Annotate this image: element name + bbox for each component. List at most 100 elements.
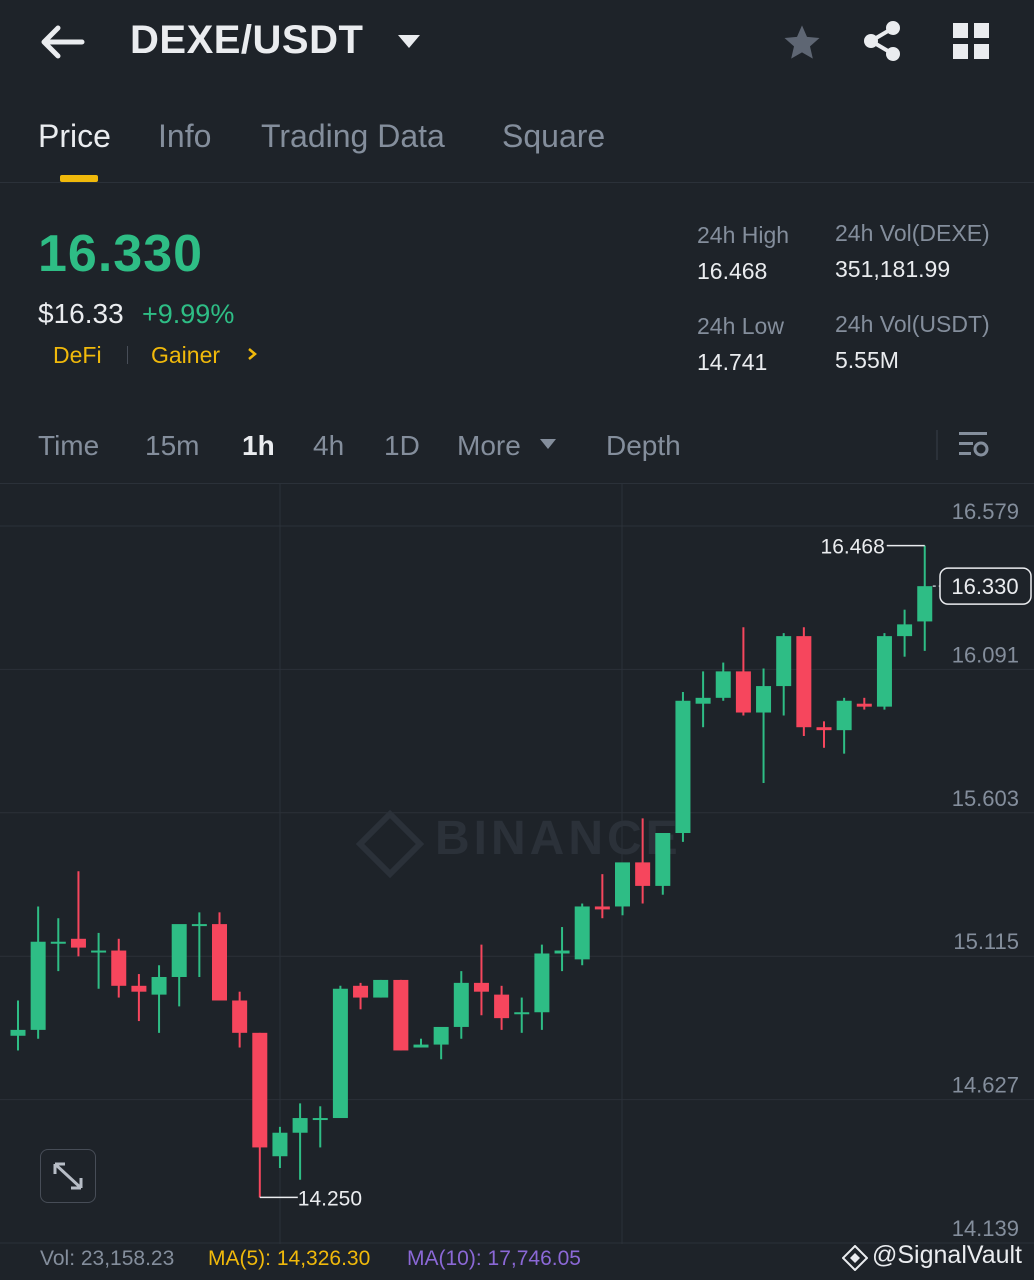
ma10-readout: MA(10): 17,746.05 — [407, 1247, 581, 1270]
tab-price[interactable]: Price — [38, 118, 111, 155]
expand-icon — [53, 1162, 83, 1190]
vol-base-value: 351,181.99 — [835, 256, 951, 282]
candle-body — [111, 950, 127, 986]
candle-body — [232, 1000, 248, 1033]
candle-body — [796, 636, 812, 728]
candle-body — [735, 671, 751, 713]
candle-body — [695, 697, 711, 704]
candle-body — [897, 624, 913, 637]
candle-body — [574, 906, 590, 960]
candle-body — [917, 586, 933, 622]
y-tick-label: 14.627 — [952, 1073, 1019, 1098]
tabs-divider — [0, 182, 1034, 183]
candle-body — [756, 686, 772, 713]
candle-body — [433, 1026, 449, 1045]
price-change-percent: +9.99% — [142, 299, 235, 329]
candle-body — [373, 979, 389, 998]
volume-readout: Vol: 23,158.23 — [40, 1247, 175, 1270]
high-value: 16.468 — [697, 258, 768, 284]
chart-settings-icon[interactable] — [957, 430, 991, 460]
candle-body — [413, 1044, 429, 1048]
active-tab-indicator — [60, 175, 98, 182]
max-price-label: 16.468 — [821, 536, 885, 559]
candle-body — [393, 979, 409, 1051]
tab-info[interactable]: Info — [158, 118, 211, 155]
candle-body — [776, 636, 792, 687]
timeframe-1h[interactable]: 1h — [242, 430, 275, 462]
min-price-label: 14.250 — [298, 1187, 362, 1210]
y-tick-label: 16.091 — [952, 642, 1019, 667]
candle-body — [453, 982, 469, 1027]
tag-defi[interactable]: DeFi — [53, 342, 102, 369]
candle-body — [635, 862, 651, 886]
candle-body — [353, 985, 369, 998]
candle-body — [70, 938, 86, 948]
candle-body — [494, 994, 510, 1019]
binance-logo-icon — [355, 809, 425, 879]
low-value: 14.741 — [697, 349, 768, 375]
y-tick-label: 15.603 — [952, 786, 1019, 811]
candle-body — [312, 1118, 328, 1121]
candle-body — [715, 671, 731, 698]
candle-body — [473, 982, 489, 992]
ma5-readout: MA(5): 14,326.30 — [208, 1247, 371, 1270]
grid-icon[interactable] — [953, 23, 989, 59]
candle-body — [332, 988, 348, 1119]
current-price-label: 16.330 — [951, 574, 1018, 599]
candle-body — [91, 950, 107, 953]
timeframe-time[interactable]: Time — [38, 430, 99, 462]
toolbar-separator — [936, 430, 938, 460]
share-icon[interactable] — [862, 20, 904, 62]
more-caret-icon — [540, 439, 556, 449]
timeframe-15m[interactable]: 15m — [145, 430, 199, 462]
tab-trading-data[interactable]: Trading Data — [261, 118, 445, 155]
candle-body — [816, 727, 832, 731]
y-tick-label: 14.139 — [952, 1216, 1019, 1241]
candle-body — [655, 833, 671, 886]
candle-body — [30, 941, 46, 1030]
candle-body — [615, 862, 630, 907]
timeframe-4h[interactable]: 4h — [313, 430, 344, 462]
timeframe-more[interactable]: More — [457, 430, 521, 462]
vol-base-label: 24h Vol(DEXE) — [835, 220, 990, 246]
credit-label: @SignalVault — [872, 1241, 1022, 1269]
expand-button[interactable] — [40, 1149, 96, 1203]
candlestick-chart[interactable]: 16.579 16.091 15.603 15.115 14.627 14.139 BINA… — [0, 484, 1034, 1244]
candle-body — [554, 950, 570, 954]
tab-square[interactable]: Square — [502, 118, 605, 155]
candle-body — [272, 1132, 288, 1157]
binance-watermark: BINANCE — [435, 812, 682, 865]
candle-body — [292, 1118, 308, 1133]
depth-tab[interactable]: Depth — [606, 430, 681, 462]
chevron-right-icon[interactable] — [245, 346, 259, 362]
candle-body — [856, 703, 872, 707]
candle-body — [131, 985, 147, 992]
timeframe-1d[interactable]: 1D — [384, 430, 420, 462]
caret-down-icon[interactable] — [396, 32, 422, 50]
candle-body — [534, 953, 550, 1013]
usd-price: $16.33 — [38, 298, 124, 329]
pair-title[interactable]: DEXE/USDT — [130, 18, 363, 63]
high-label: 24h High — [697, 222, 790, 248]
candle-body — [10, 1029, 26, 1036]
candle-body — [514, 1012, 530, 1015]
low-label: 24h Low — [697, 313, 784, 339]
signalvault-logo-icon — [842, 1245, 868, 1271]
candle-body — [171, 924, 187, 977]
candle-body — [50, 941, 66, 944]
y-tick-label: 16.579 — [952, 499, 1019, 524]
candle-body — [594, 906, 610, 910]
candle-body — [151, 976, 167, 995]
candle-body — [252, 1032, 268, 1148]
vol-quote-value: 5.55M — [835, 347, 899, 373]
tag-gainer[interactable]: Gainer — [151, 342, 220, 369]
last-price: 16.330 — [38, 225, 204, 283]
candle-body — [212, 924, 227, 1001]
tag-separator — [127, 346, 128, 364]
back-arrow-icon[interactable] — [40, 24, 86, 60]
candle-body — [675, 700, 691, 834]
star-icon[interactable] — [782, 22, 822, 62]
vol-quote-label: 24h Vol(USDT) — [835, 311, 990, 337]
candle-body — [876, 636, 892, 707]
candle-body — [836, 700, 852, 731]
